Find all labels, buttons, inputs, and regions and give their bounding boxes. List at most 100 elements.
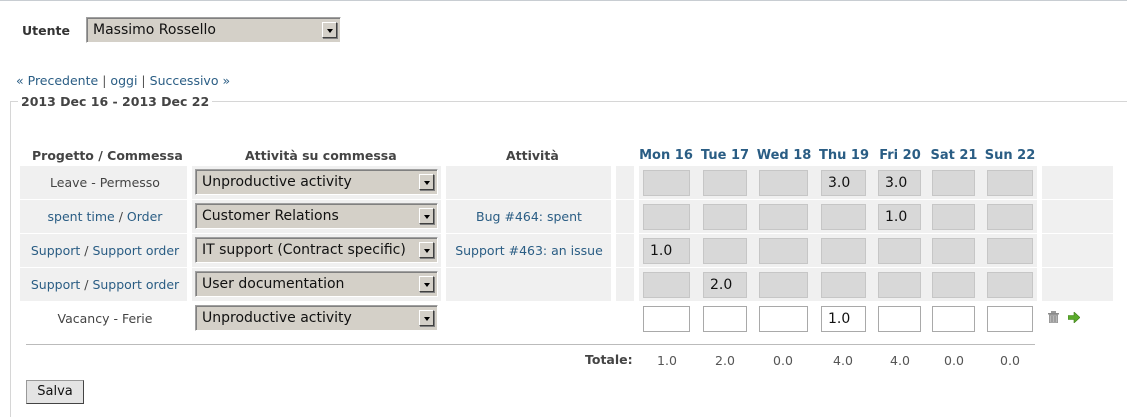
hours-cell — [643, 272, 690, 298]
issue-link[interactable]: Support #463: an issue — [439, 243, 619, 258]
hours-cell — [932, 238, 975, 264]
hours-cell — [703, 238, 747, 264]
header-day-tue: Tue 17 — [700, 148, 750, 163]
order-link[interactable]: Support order — [92, 243, 179, 258]
column-divider — [1037, 166, 1042, 301]
activity-type-select[interactable]: Unproductive activity — [195, 305, 438, 331]
hours-cell — [643, 204, 690, 230]
hours-cell — [878, 272, 921, 298]
nav-separator: | — [141, 73, 146, 88]
project-name: Leave — [50, 175, 88, 190]
green-arrow-icon[interactable] — [1068, 312, 1080, 323]
hours-cell — [987, 170, 1033, 196]
hours-cell — [759, 272, 808, 298]
hours-cell: 2.0 — [703, 272, 747, 298]
chevron-down-icon[interactable] — [419, 276, 434, 292]
totals-label: Totale: — [585, 352, 633, 367]
next-week-link[interactable]: Successivo » — [150, 73, 230, 88]
hours-cell — [821, 272, 866, 298]
prev-week-link[interactable]: « Precedente — [16, 73, 98, 88]
activity-type-select[interactable]: Unproductive activity — [195, 169, 438, 195]
hours-cell — [932, 272, 975, 298]
project-name: Vacancy — [57, 311, 110, 326]
activity-type-value: IT support (Contract specific) — [202, 242, 406, 258]
header-activity-order: Attività su commessa — [245, 148, 397, 163]
hours-cell — [878, 238, 921, 264]
hours-cell — [821, 238, 866, 264]
hours-cell — [987, 204, 1033, 230]
project-link[interactable]: Support — [31, 277, 80, 292]
today-link[interactable]: oggi — [110, 73, 137, 88]
header-day-wed: Wed 18 — [756, 148, 812, 163]
user-select[interactable]: Massimo Rossello — [86, 17, 341, 43]
row-project-cell: Leave - Permesso — [50, 175, 160, 190]
chevron-down-icon[interactable] — [322, 22, 337, 38]
activity-type-value: Unproductive activity — [202, 174, 352, 190]
header-day-sat: Sat 21 — [930, 148, 978, 163]
user-select-value: Massimo Rossello — [93, 22, 216, 38]
issue-link[interactable]: Bug #464: spent — [439, 209, 619, 224]
hours-input[interactable]: 1.0 — [821, 306, 866, 332]
week-range-legend: 2013 Dec 16 - 2013 Dec 22 — [18, 94, 213, 109]
hours-cell: 1.0 — [878, 204, 921, 230]
hours-cell — [759, 238, 808, 264]
hours-cell — [759, 204, 808, 230]
order-name: Ferie — [121, 311, 153, 326]
header-project: Progetto / Commessa — [32, 148, 183, 163]
hours-cell — [703, 170, 747, 196]
hours-cell: 1.0 — [643, 238, 690, 264]
chevron-down-icon[interactable] — [419, 242, 434, 258]
order-link[interactable]: Order — [127, 209, 163, 224]
hours-input[interactable] — [878, 306, 921, 332]
chevron-down-icon[interactable] — [419, 310, 434, 326]
column-divider — [634, 166, 639, 301]
header-activity: Attività — [506, 148, 559, 163]
hours-cell — [987, 272, 1033, 298]
trash-icon[interactable] — [1048, 311, 1059, 323]
hours-cell — [759, 170, 808, 196]
header-day-fri: Fri 20 — [879, 148, 921, 163]
hours-input[interactable] — [987, 306, 1033, 332]
hours-input[interactable] — [759, 306, 808, 332]
chevron-down-icon[interactable] — [419, 208, 434, 224]
save-button[interactable]: Salva — [26, 380, 84, 404]
hours-cell — [932, 170, 975, 196]
row-project-cell: Vacancy - Ferie — [57, 311, 153, 326]
hours-cell — [821, 204, 866, 230]
project-link[interactable]: spent time — [48, 209, 115, 224]
header-day-mon: Mon 16 — [639, 148, 693, 163]
total-wed: 0.0 — [773, 353, 793, 368]
row-project-cell: Support / Support order — [30, 243, 180, 258]
hours-input[interactable] — [703, 306, 747, 332]
hours-input[interactable] — [643, 306, 690, 332]
user-label: Utente — [22, 23, 70, 38]
hours-cell: 3.0 — [878, 170, 921, 196]
activity-type-select[interactable]: Customer Relations — [195, 203, 438, 229]
column-divider — [441, 166, 446, 301]
nav-separator: | — [102, 73, 107, 88]
order-link[interactable]: Support order — [92, 277, 179, 292]
hours-cell: 3.0 — [821, 170, 866, 196]
total-tue: 2.0 — [715, 353, 735, 368]
activity-type-select[interactable]: IT support (Contract specific) — [195, 237, 438, 263]
column-divider — [611, 166, 616, 301]
week-nav: « Precedente | oggi | Successivo » — [16, 73, 230, 88]
order-name: Permesso — [99, 175, 160, 190]
activity-type-value: Unproductive activity — [202, 310, 352, 326]
project-link[interactable]: Support — [31, 243, 80, 258]
header-day-thu: Thu 19 — [819, 148, 869, 163]
total-sat: 0.0 — [944, 353, 964, 368]
total-mon: 1.0 — [657, 353, 677, 368]
chevron-down-icon[interactable] — [419, 174, 434, 190]
activity-type-value: Customer Relations — [202, 208, 339, 224]
totals-divider — [26, 344, 1035, 345]
hours-cell — [643, 170, 690, 196]
activity-type-select[interactable]: User documentation — [195, 271, 438, 297]
hours-cell — [703, 204, 747, 230]
header-day-sun: Sun 22 — [984, 148, 1036, 163]
total-sun: 0.0 — [1000, 353, 1020, 368]
timesheet-page: Utente Massimo Rossello « Precedente | ogg… — [0, 0, 1127, 417]
hours-input[interactable] — [932, 306, 975, 332]
hours-cell — [932, 204, 975, 230]
hours-cell — [987, 238, 1033, 264]
